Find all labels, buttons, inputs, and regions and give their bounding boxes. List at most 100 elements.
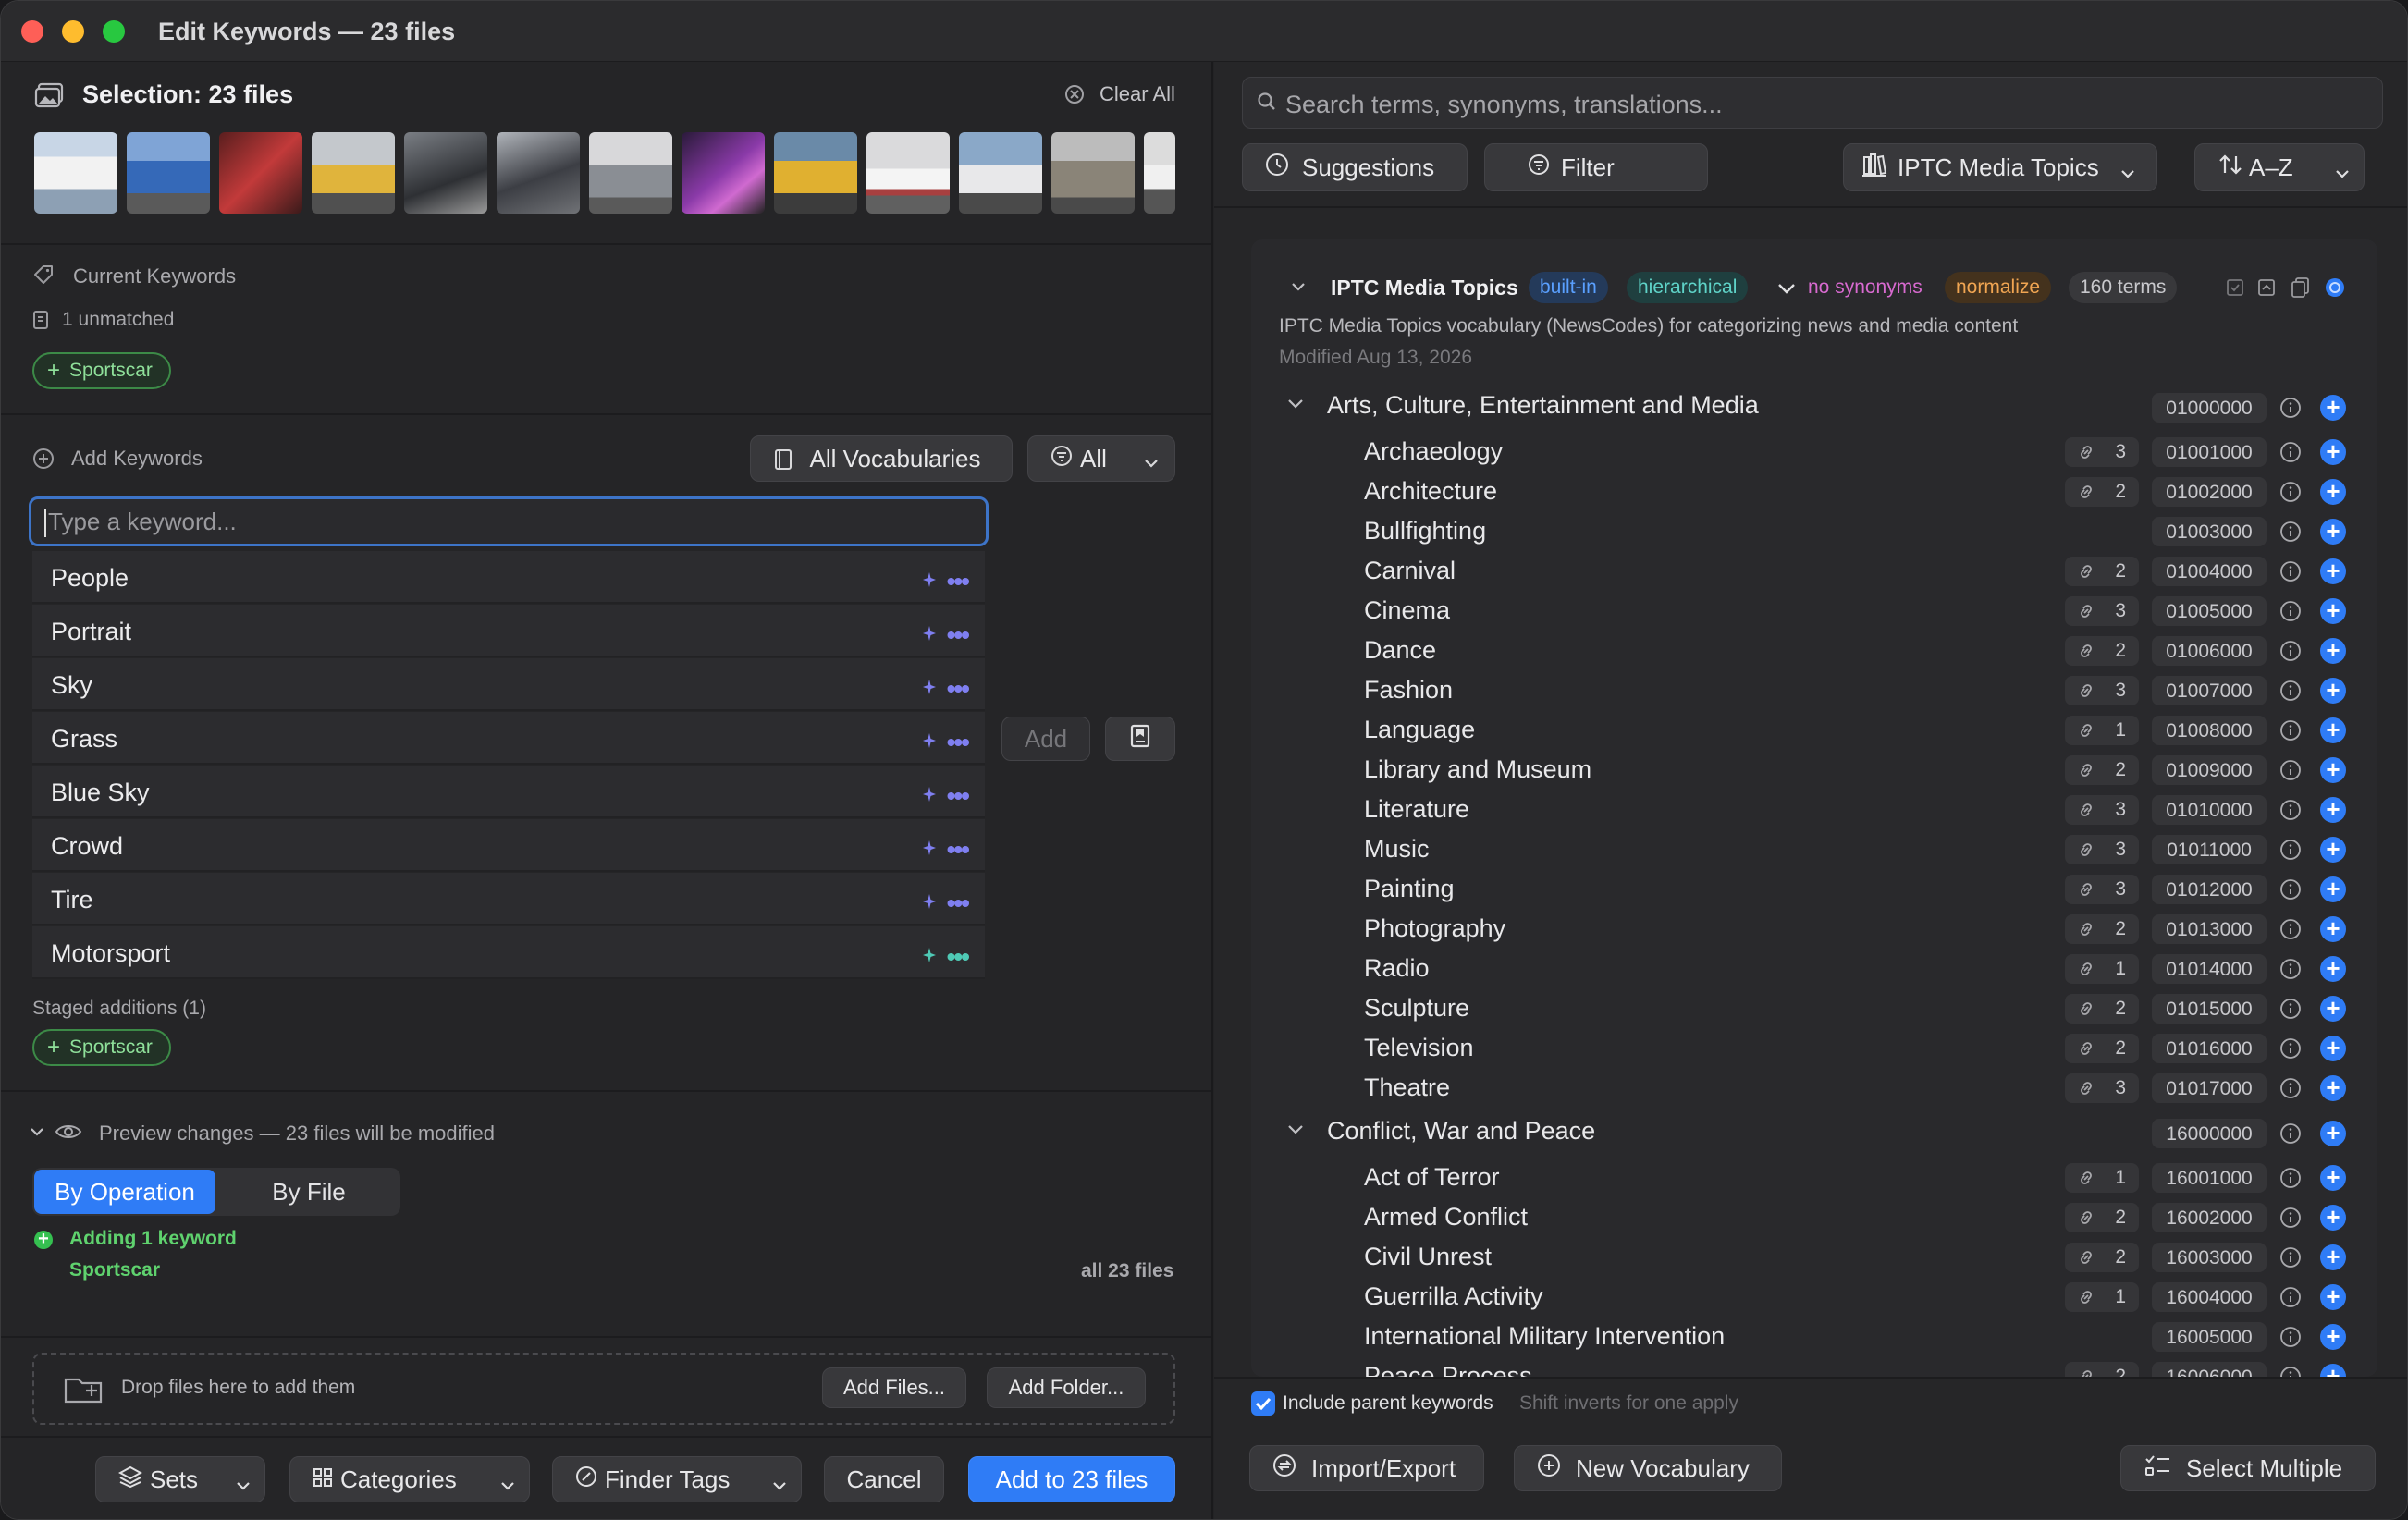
- chevron-down-icon[interactable]: [1286, 1122, 1305, 1142]
- synonym-link-count[interactable]: 2: [2065, 1034, 2139, 1063]
- info-icon[interactable]: [2279, 839, 2302, 865]
- synonym-link-count[interactable]: 2: [2065, 636, 2139, 666]
- finder-tags-menu-button[interactable]: Finder Tags: [552, 1456, 802, 1502]
- close-window-button[interactable]: [21, 20, 43, 43]
- synonym-link-count[interactable]: 1: [2065, 1282, 2139, 1312]
- thumbnail-2[interactable]: [127, 132, 210, 214]
- synonym-link-count[interactable]: 1: [2065, 954, 2139, 984]
- synonym-link-count[interactable]: 2: [2065, 477, 2139, 507]
- term-row[interactable]: Guerrilla Activity 1 16004000 +: [1, 1277, 2407, 1317]
- synonym-link-count[interactable]: 2: [2065, 755, 2139, 785]
- checkbox-icon[interactable]: [2226, 278, 2244, 297]
- add-term-button[interactable]: +: [2320, 757, 2346, 783]
- term-row[interactable]: Civil Unrest 2 16003000 +: [1, 1237, 2407, 1277]
- info-icon[interactable]: [2279, 441, 2302, 468]
- info-icon[interactable]: [2279, 397, 2302, 423]
- synonym-link-count[interactable]: 3: [2065, 875, 2139, 904]
- clear-circle-icon[interactable]: [1064, 84, 1085, 104]
- info-icon[interactable]: [2279, 759, 2302, 786]
- info-icon[interactable]: [2279, 1077, 2302, 1104]
- term-row[interactable]: Sculpture 2 01015000 +: [1, 988, 2407, 1028]
- info-icon[interactable]: [2279, 1167, 2302, 1194]
- term-row[interactable]: Literature 3 01010000 +: [1, 790, 2407, 829]
- info-icon[interactable]: [2279, 998, 2302, 1024]
- synonym-link-count[interactable]: 2: [2065, 914, 2139, 944]
- info-icon[interactable]: [2279, 680, 2302, 706]
- select-multiple-button[interactable]: Select Multiple: [2120, 1445, 2376, 1491]
- add-term-button[interactable]: +: [2320, 1244, 2346, 1270]
- info-icon[interactable]: [2279, 799, 2302, 826]
- add-term-button[interactable]: +: [2320, 519, 2346, 545]
- term-row[interactable]: Library and Museum 2 01009000 +: [1, 750, 2407, 790]
- include-parent-checkbox[interactable]: [1251, 1391, 1275, 1416]
- add-term-button[interactable]: +: [2320, 1036, 2346, 1061]
- categories-menu-button[interactable]: Categories: [289, 1456, 530, 1502]
- synonym-link-count[interactable]: 3: [2065, 437, 2139, 467]
- sets-menu-button[interactable]: Sets: [95, 1456, 265, 1502]
- add-term-button[interactable]: +: [2320, 717, 2346, 743]
- thumbnail-9[interactable]: [774, 132, 857, 214]
- term-row[interactable]: Architecture 2 01002000 +: [1, 472, 2407, 511]
- minimize-window-button[interactable]: [62, 20, 84, 43]
- synonym-link-count[interactable]: 1: [2065, 716, 2139, 745]
- new-vocabulary-button[interactable]: New Vocabulary: [1514, 1445, 1782, 1491]
- term-row[interactable]: Television 2 01016000 +: [1, 1028, 2407, 1068]
- chevron-down-icon[interactable]: [1776, 280, 1797, 297]
- duplicate-icon[interactable]: [2291, 276, 2311, 299]
- term-row[interactable]: Carnival 2 01004000 +: [1, 551, 2407, 591]
- synonym-link-count[interactable]: 2: [2065, 994, 2139, 1024]
- add-term-button[interactable]: +: [2320, 1284, 2346, 1310]
- term-row[interactable]: Armed Conflict 2 16002000 +: [1, 1197, 2407, 1237]
- term-row[interactable]: Photography 2 01013000 +: [1, 909, 2407, 949]
- thumbnail-4[interactable]: [312, 132, 395, 214]
- info-icon[interactable]: [2279, 600, 2302, 627]
- thumbnail-6[interactable]: [497, 132, 580, 214]
- vocabulary-select[interactable]: IPTC Media Topics: [1843, 143, 2157, 191]
- info-icon[interactable]: [2279, 1122, 2302, 1149]
- thumbnail-3[interactable]: [219, 132, 302, 214]
- synonym-link-count[interactable]: 2: [2065, 1203, 2139, 1232]
- info-icon[interactable]: [2279, 1326, 2302, 1353]
- synonym-link-count[interactable]: 3: [2065, 676, 2139, 705]
- import-export-button[interactable]: Import/Export: [1249, 1445, 1484, 1491]
- term-row[interactable]: Painting 3 01012000 +: [1, 869, 2407, 909]
- synonym-link-count[interactable]: 2: [2065, 1243, 2139, 1272]
- add-term-button[interactable]: +: [2320, 797, 2346, 823]
- add-term-button[interactable]: +: [2320, 1165, 2346, 1191]
- add-term-button[interactable]: +: [2320, 479, 2346, 505]
- add-term-button[interactable]: +: [2320, 916, 2346, 942]
- term-row[interactable]: Dance 2 01006000 +: [1, 631, 2407, 670]
- term-row[interactable]: Archaeology 3 01001000 +: [1, 432, 2407, 472]
- synonym-link-count[interactable]: 3: [2065, 596, 2139, 626]
- chevron-down-icon[interactable]: [1286, 397, 1305, 416]
- info-icon[interactable]: [2279, 1286, 2302, 1313]
- add-term-button[interactable]: +: [2320, 678, 2346, 704]
- zoom-window-button[interactable]: [103, 20, 125, 43]
- add-term-button[interactable]: +: [2320, 837, 2346, 863]
- add-term-button[interactable]: +: [2320, 598, 2346, 624]
- term-row[interactable]: International Military Intervention 16005…: [1, 1317, 2407, 1356]
- add-term-button[interactable]: +: [2320, 395, 2346, 421]
- clear-all-button[interactable]: Clear All: [1100, 82, 1175, 106]
- synonym-link-count[interactable]: 2: [2065, 1362, 2139, 1377]
- thumbnail-5[interactable]: [404, 132, 487, 214]
- apply-keywords-button[interactable]: Add to 23 files: [968, 1456, 1175, 1502]
- term-row[interactable]: Peace Process 2 16006000 +: [1, 1356, 2407, 1377]
- info-icon[interactable]: [2279, 640, 2302, 667]
- synonym-link-count[interactable]: 3: [2065, 795, 2139, 825]
- suggestions-button[interactable]: Suggestions: [1242, 143, 1468, 191]
- add-term-button[interactable]: +: [2320, 1121, 2346, 1146]
- synonym-link-count[interactable]: 3: [2065, 835, 2139, 864]
- thumbnail-8[interactable]: [682, 132, 765, 214]
- term-group-row[interactable]: Arts, Culture, Entertainment and Media 01…: [1, 387, 2407, 427]
- thumbnail-11[interactable]: [959, 132, 1042, 214]
- add-term-button[interactable]: +: [2320, 439, 2346, 465]
- info-icon[interactable]: [2279, 1366, 2302, 1377]
- add-term-button[interactable]: +: [2320, 876, 2346, 902]
- info-icon[interactable]: [2279, 918, 2302, 945]
- chevron-down-icon[interactable]: [1290, 280, 1307, 295]
- term-row[interactable]: Bullfighting 01003000 +: [1, 511, 2407, 551]
- add-term-button[interactable]: +: [2320, 1205, 2346, 1231]
- sort-select[interactable]: A–Z: [2194, 143, 2365, 191]
- term-row[interactable]: Radio 1 01014000 +: [1, 949, 2407, 988]
